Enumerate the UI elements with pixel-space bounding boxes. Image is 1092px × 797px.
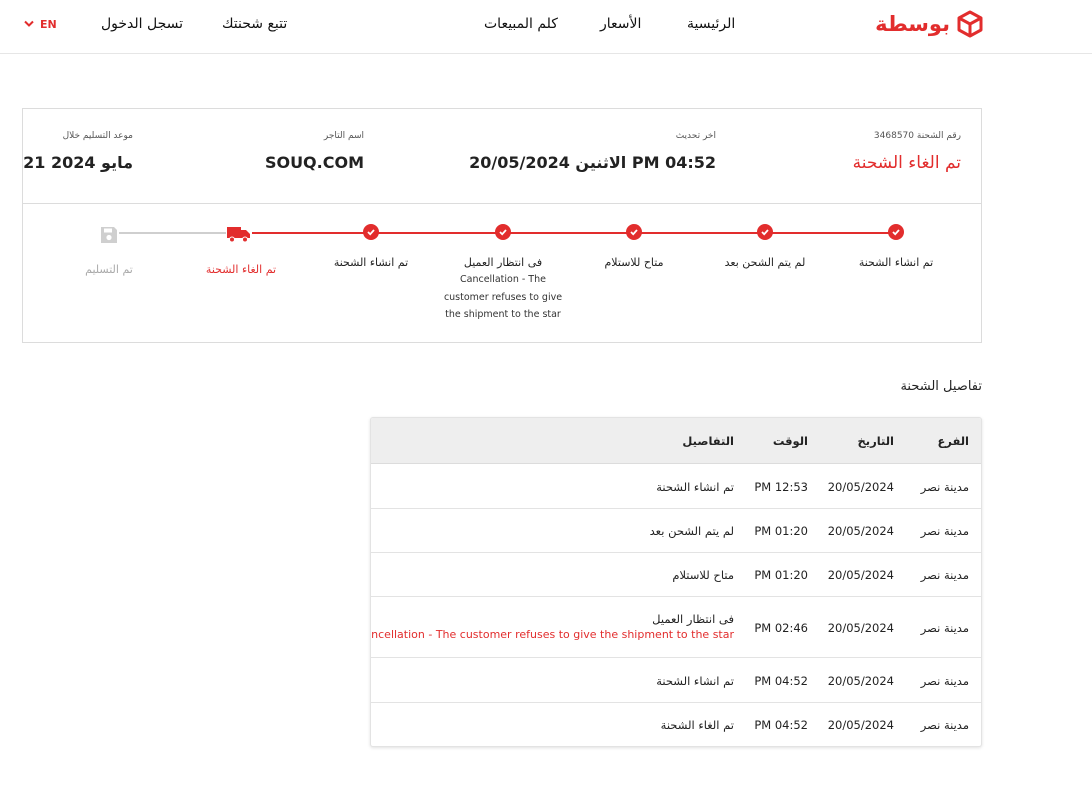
shipment-summary: رقم الشحنة 3468570 تم الغاء الشحنة اخر ت…	[23, 109, 981, 204]
cell-branch: مدينة نصر	[920, 524, 969, 538]
cell-details-reason: Cancellation - The customer refuses to g…	[370, 628, 734, 641]
timeline-step-label: متاح للاستلام	[604, 256, 664, 269]
cell-time: PM 04:52	[754, 674, 808, 688]
save-disk-icon	[99, 225, 119, 245]
truck-icon	[226, 225, 252, 243]
column-header-details: التفاصيل	[682, 434, 734, 448]
step-check-icon	[363, 224, 379, 240]
progress-line	[239, 232, 896, 234]
timeline-step-reason: Cancellation - The	[460, 274, 546, 285]
cell-details: فى انتظار العميل	[652, 612, 734, 626]
login-link[interactable]: تسجل الدخول	[101, 0, 183, 48]
cell-details: تم الغاء الشحنة	[660, 718, 734, 732]
cell-details: تم انشاء الشحنة	[656, 674, 734, 688]
table-row: مدينة نصر 20/05/2024 PM 12:53 تم انشاء ا…	[371, 464, 981, 509]
table-header: الفرع التاريخ الوقت التفاصيل	[371, 418, 981, 464]
cell-date: 20/05/2024	[827, 674, 894, 688]
timeline-step-label: تم انشاء الشحنة	[858, 256, 934, 269]
delivery-label: موعد التسليم خلال	[62, 131, 133, 141]
column-header-time: الوقت	[772, 434, 808, 448]
cell-time: PM 01:20	[754, 524, 808, 538]
cell-details: لم يتم الشحن بعد	[649, 524, 734, 538]
language-switcher[interactable]: EN	[24, 14, 57, 34]
cell-date: 20/05/2024	[827, 568, 894, 582]
cell-date: 20/05/2024	[827, 480, 894, 494]
home-link[interactable]: الرئيسية	[687, 0, 735, 48]
cell-branch: مدينة نصر	[920, 621, 969, 635]
cell-details: متاح للاستلام	[672, 568, 734, 582]
timeline-step-label: تم الغاء الشحنة	[205, 263, 277, 276]
cell-date: 20/05/2024	[827, 718, 894, 732]
delivery-value: 21 مايو 2024	[23, 153, 133, 172]
last-update-label: اخر تحديث	[675, 131, 716, 141]
table-row: مدينة نصر 20/05/2024 PM 04:52 تم انشاء ا…	[371, 658, 981, 703]
table-row: مدينة نصر 20/05/2024 PM 01:20 لم يتم الش…	[371, 509, 981, 553]
merchant-value: SOUQ.COM	[264, 153, 364, 172]
table-row: مدينة نصر 20/05/2024 PM 01:20 متاح للاست…	[371, 553, 981, 597]
chevron-down-icon	[24, 20, 34, 27]
timeline-step-label: لم يتم الشحن بعد	[724, 256, 806, 269]
step-check-icon	[626, 224, 642, 240]
column-header-date: التاريخ	[857, 434, 895, 448]
shipment-details-title: تفاصيل الشحنة	[900, 379, 982, 394]
remaining-line	[117, 232, 239, 234]
last-update-value: الاثنين 20/05/2024 PM 04:52	[469, 153, 716, 172]
table-row: مدينة نصر 20/05/2024 PM 02:46 فى انتظار …	[370, 597, 981, 658]
bosta-logo[interactable]: بوسطة	[875, 10, 984, 38]
track-shipment-link[interactable]: تتبع شحنتك	[222, 0, 287, 48]
cell-branch: مدينة نصر	[920, 480, 969, 494]
timeline-step-reason: the shipment to the star	[445, 309, 561, 320]
contact-sales-link[interactable]: كلم المبيعات	[484, 0, 558, 48]
cell-branch: مدينة نصر	[920, 568, 969, 582]
shipment-details-table: الفرع التاريخ الوقت التفاصيل مدينة نصر 2…	[370, 417, 982, 747]
shipment-status-value: تم الغاء الشحنة	[852, 153, 961, 173]
table-row: مدينة نصر 20/05/2024 PM 04:52 تم الغاء ا…	[371, 703, 981, 746]
cell-time: PM 02:46	[754, 621, 808, 635]
cell-time: PM 12:53	[754, 480, 808, 494]
timeline-step-label: فى انتظار العميل	[463, 256, 543, 269]
timeline-step-waiting: فى انتظار العميل Cancellation - The cust…	[428, 255, 578, 324]
shipment-number-label: رقم الشحنة 3468570	[873, 131, 961, 141]
shipment-status-card: رقم الشحنة 3468570 تم الغاء الشحنة اخر ت…	[22, 108, 982, 343]
cell-branch: مدينة نصر	[920, 674, 969, 688]
timeline-step-label: تم انشاء الشحنة	[333, 256, 409, 269]
merchant-label: اسم التاجر	[323, 131, 364, 141]
cell-branch: مدينة نصر	[920, 718, 969, 732]
cell-details: تم انشاء الشحنة	[656, 480, 734, 494]
top-navbar: EN تسجل الدخول تتبع شحنتك كلم المبيعات ا…	[0, 0, 1092, 54]
cell-time: PM 01:20	[754, 568, 808, 582]
cell-time: PM 04:52	[754, 718, 808, 732]
column-header-branch: الفرع	[937, 434, 969, 448]
timeline-step-label: تم التسليم	[85, 263, 133, 276]
language-label: EN	[40, 17, 57, 31]
cube-logo-icon	[957, 10, 983, 38]
logo-text: بوسطة	[875, 12, 950, 36]
cell-date: 20/05/2024	[827, 621, 894, 635]
step-check-icon	[495, 224, 511, 240]
step-check-icon	[757, 224, 773, 240]
prices-link[interactable]: الأسعار	[600, 0, 641, 48]
cell-date: 20/05/2024	[827, 524, 894, 538]
timeline-step-reason: customer refuses to give	[443, 291, 563, 303]
step-check-icon	[888, 224, 904, 240]
